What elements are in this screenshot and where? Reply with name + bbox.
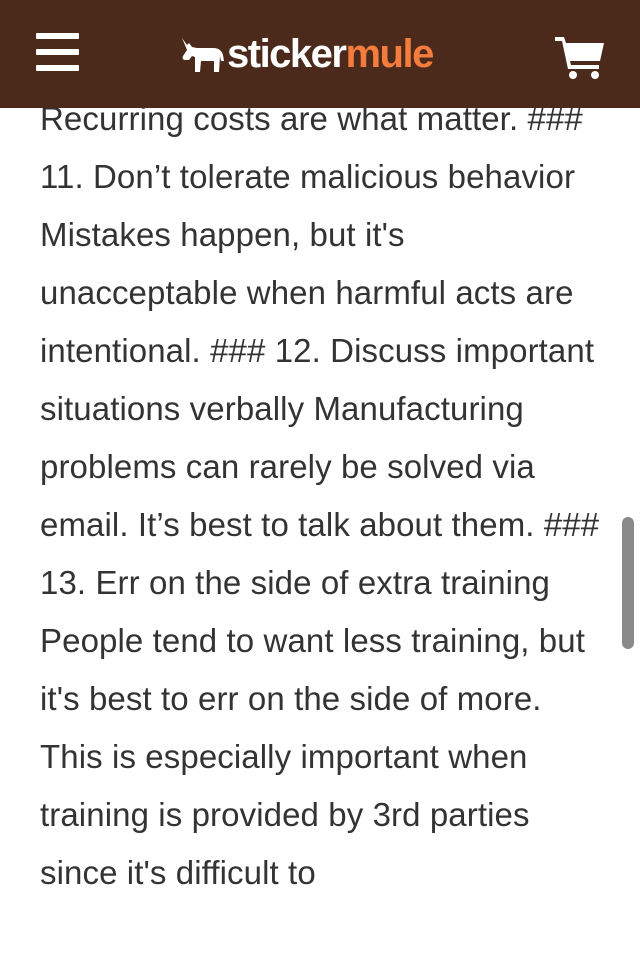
mule-logo-icon bbox=[182, 38, 224, 72]
hamburger-menu-icon[interactable] bbox=[34, 32, 82, 74]
site-header: stickermule bbox=[0, 0, 640, 108]
article-body: Recurring costs are what matter. ### 11.… bbox=[40, 90, 600, 902]
brand-name: stickermule bbox=[227, 32, 434, 76]
scrollbar-thumb[interactable] bbox=[622, 517, 634, 649]
stickermule-logo[interactable]: stickermule bbox=[179, 26, 434, 82]
brand-name-part1: sticker bbox=[227, 32, 347, 76]
page: Recurring costs are what matter. ### 11.… bbox=[0, 0, 640, 959]
brand-name-part2: mule bbox=[345, 32, 434, 76]
article-text: Recurring costs are what matter. ### 11.… bbox=[40, 100, 600, 891]
shopping-cart-icon[interactable] bbox=[554, 34, 606, 80]
